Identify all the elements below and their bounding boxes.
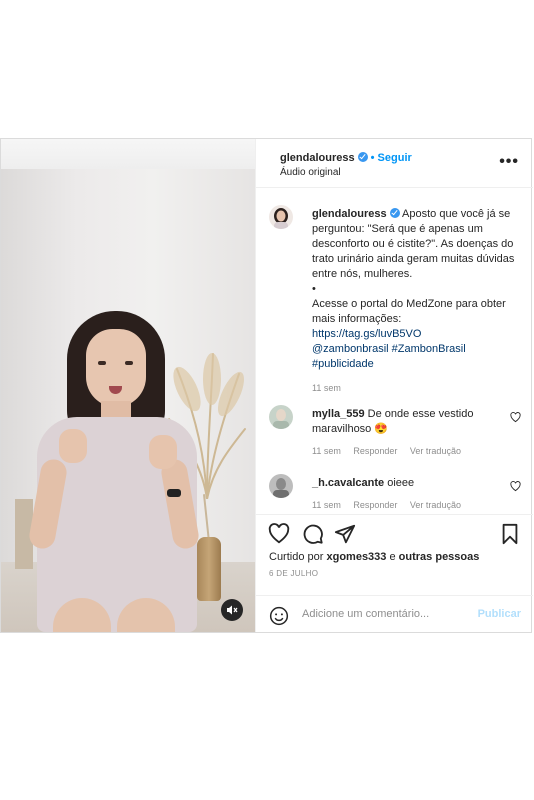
caption-username[interactable]: glendalouress [312, 208, 387, 220]
hashtag-link[interactable]: #publicidade [312, 358, 374, 370]
other-likers-link[interactable]: outras pessoas [399, 551, 480, 563]
comment-username[interactable]: _h.cavalcante [312, 477, 384, 489]
post-header: glendalouress • Seguir Áudio original ••… [256, 139, 533, 188]
commenter-avatar[interactable] [269, 474, 293, 498]
comment-icon[interactable] [302, 523, 324, 545]
like-heart-icon[interactable] [268, 523, 290, 545]
person-face [86, 329, 146, 407]
comment-time[interactable]: 11 sem [312, 446, 341, 456]
verified-badge-icon [389, 208, 400, 218]
more-options-icon[interactable]: ••• [499, 153, 519, 171]
audio-label[interactable]: Áudio original [280, 167, 341, 178]
caption-bullet: • [312, 283, 316, 295]
left-eye [98, 361, 106, 365]
post-details: glendalouress • Seguir Áudio original ••… [255, 139, 533, 632]
follow-button[interactable]: • Seguir [371, 152, 412, 164]
reply-button[interactable]: Responder [353, 446, 397, 456]
caption: glendalouress Aposto que você já se perg… [312, 207, 522, 396]
caption-text-2: Acesse o portal do MedZone para obter ma… [312, 298, 506, 325]
likes-prefix: Curtido por [269, 551, 324, 563]
translate-button[interactable]: Ver tradução [410, 500, 461, 510]
left-hand [59, 429, 87, 463]
comment-composer: Adicione um comentário... Publicar [256, 595, 533, 634]
likes-summary: Curtido por xgomes333 e outras pessoas [269, 551, 479, 563]
comment-username[interactable]: mylla_559 [312, 408, 365, 420]
post-actions: Curtido por xgomes333 e outras pessoas 6… [256, 514, 533, 633]
comment-item: _h.cavalcante oieee 11 sem Responder Ver… [312, 476, 517, 513]
author-avatar[interactable] [269, 205, 293, 229]
mention-link[interactable]: @zambonbrasil [312, 343, 389, 355]
reply-button[interactable]: Responder [353, 500, 397, 510]
right-hand [149, 435, 177, 469]
comment-time[interactable]: 11 sem [312, 500, 341, 510]
likes-joiner: e [389, 551, 396, 563]
mute-button[interactable] [221, 599, 243, 621]
translate-button[interactable]: Ver tradução [410, 446, 461, 456]
vase [197, 537, 221, 601]
comment-input[interactable]: Adicione um comentário... [302, 608, 429, 620]
publish-button[interactable]: Publicar [478, 608, 521, 620]
comment-item: mylla_559 De onde esse vestido maravilho… [312, 407, 517, 459]
share-icon[interactable] [334, 523, 356, 545]
post-author[interactable]: glendalouress • Seguir [280, 152, 412, 164]
heart-icon[interactable] [510, 412, 521, 423]
emoji-icon[interactable] [269, 606, 289, 626]
watch [167, 489, 181, 497]
heart-icon[interactable] [510, 481, 521, 492]
commenter-avatar[interactable] [269, 405, 293, 429]
liker-username[interactable]: xgomes333 [326, 551, 386, 563]
comment-text: oieee [387, 477, 415, 489]
save-bookmark-icon[interactable] [499, 523, 521, 545]
caption-time[interactable]: 11 sem [312, 381, 522, 396]
ceiling [1, 139, 255, 169]
right-eye [125, 361, 133, 365]
hashtag-link[interactable]: #ZambonBrasil [392, 343, 466, 355]
author-username[interactable]: glendalouress [280, 152, 355, 164]
verified-badge-icon [357, 152, 368, 162]
post-video[interactable] [1, 139, 255, 632]
instagram-post: glendalouress • Seguir Áudio original ••… [0, 138, 533, 633]
post-date[interactable]: 6 DE JULHO [269, 569, 318, 578]
caption-link[interactable]: https://tag.gs/luvB5VO [312, 328, 421, 340]
speaker-muted-icon [227, 605, 238, 615]
